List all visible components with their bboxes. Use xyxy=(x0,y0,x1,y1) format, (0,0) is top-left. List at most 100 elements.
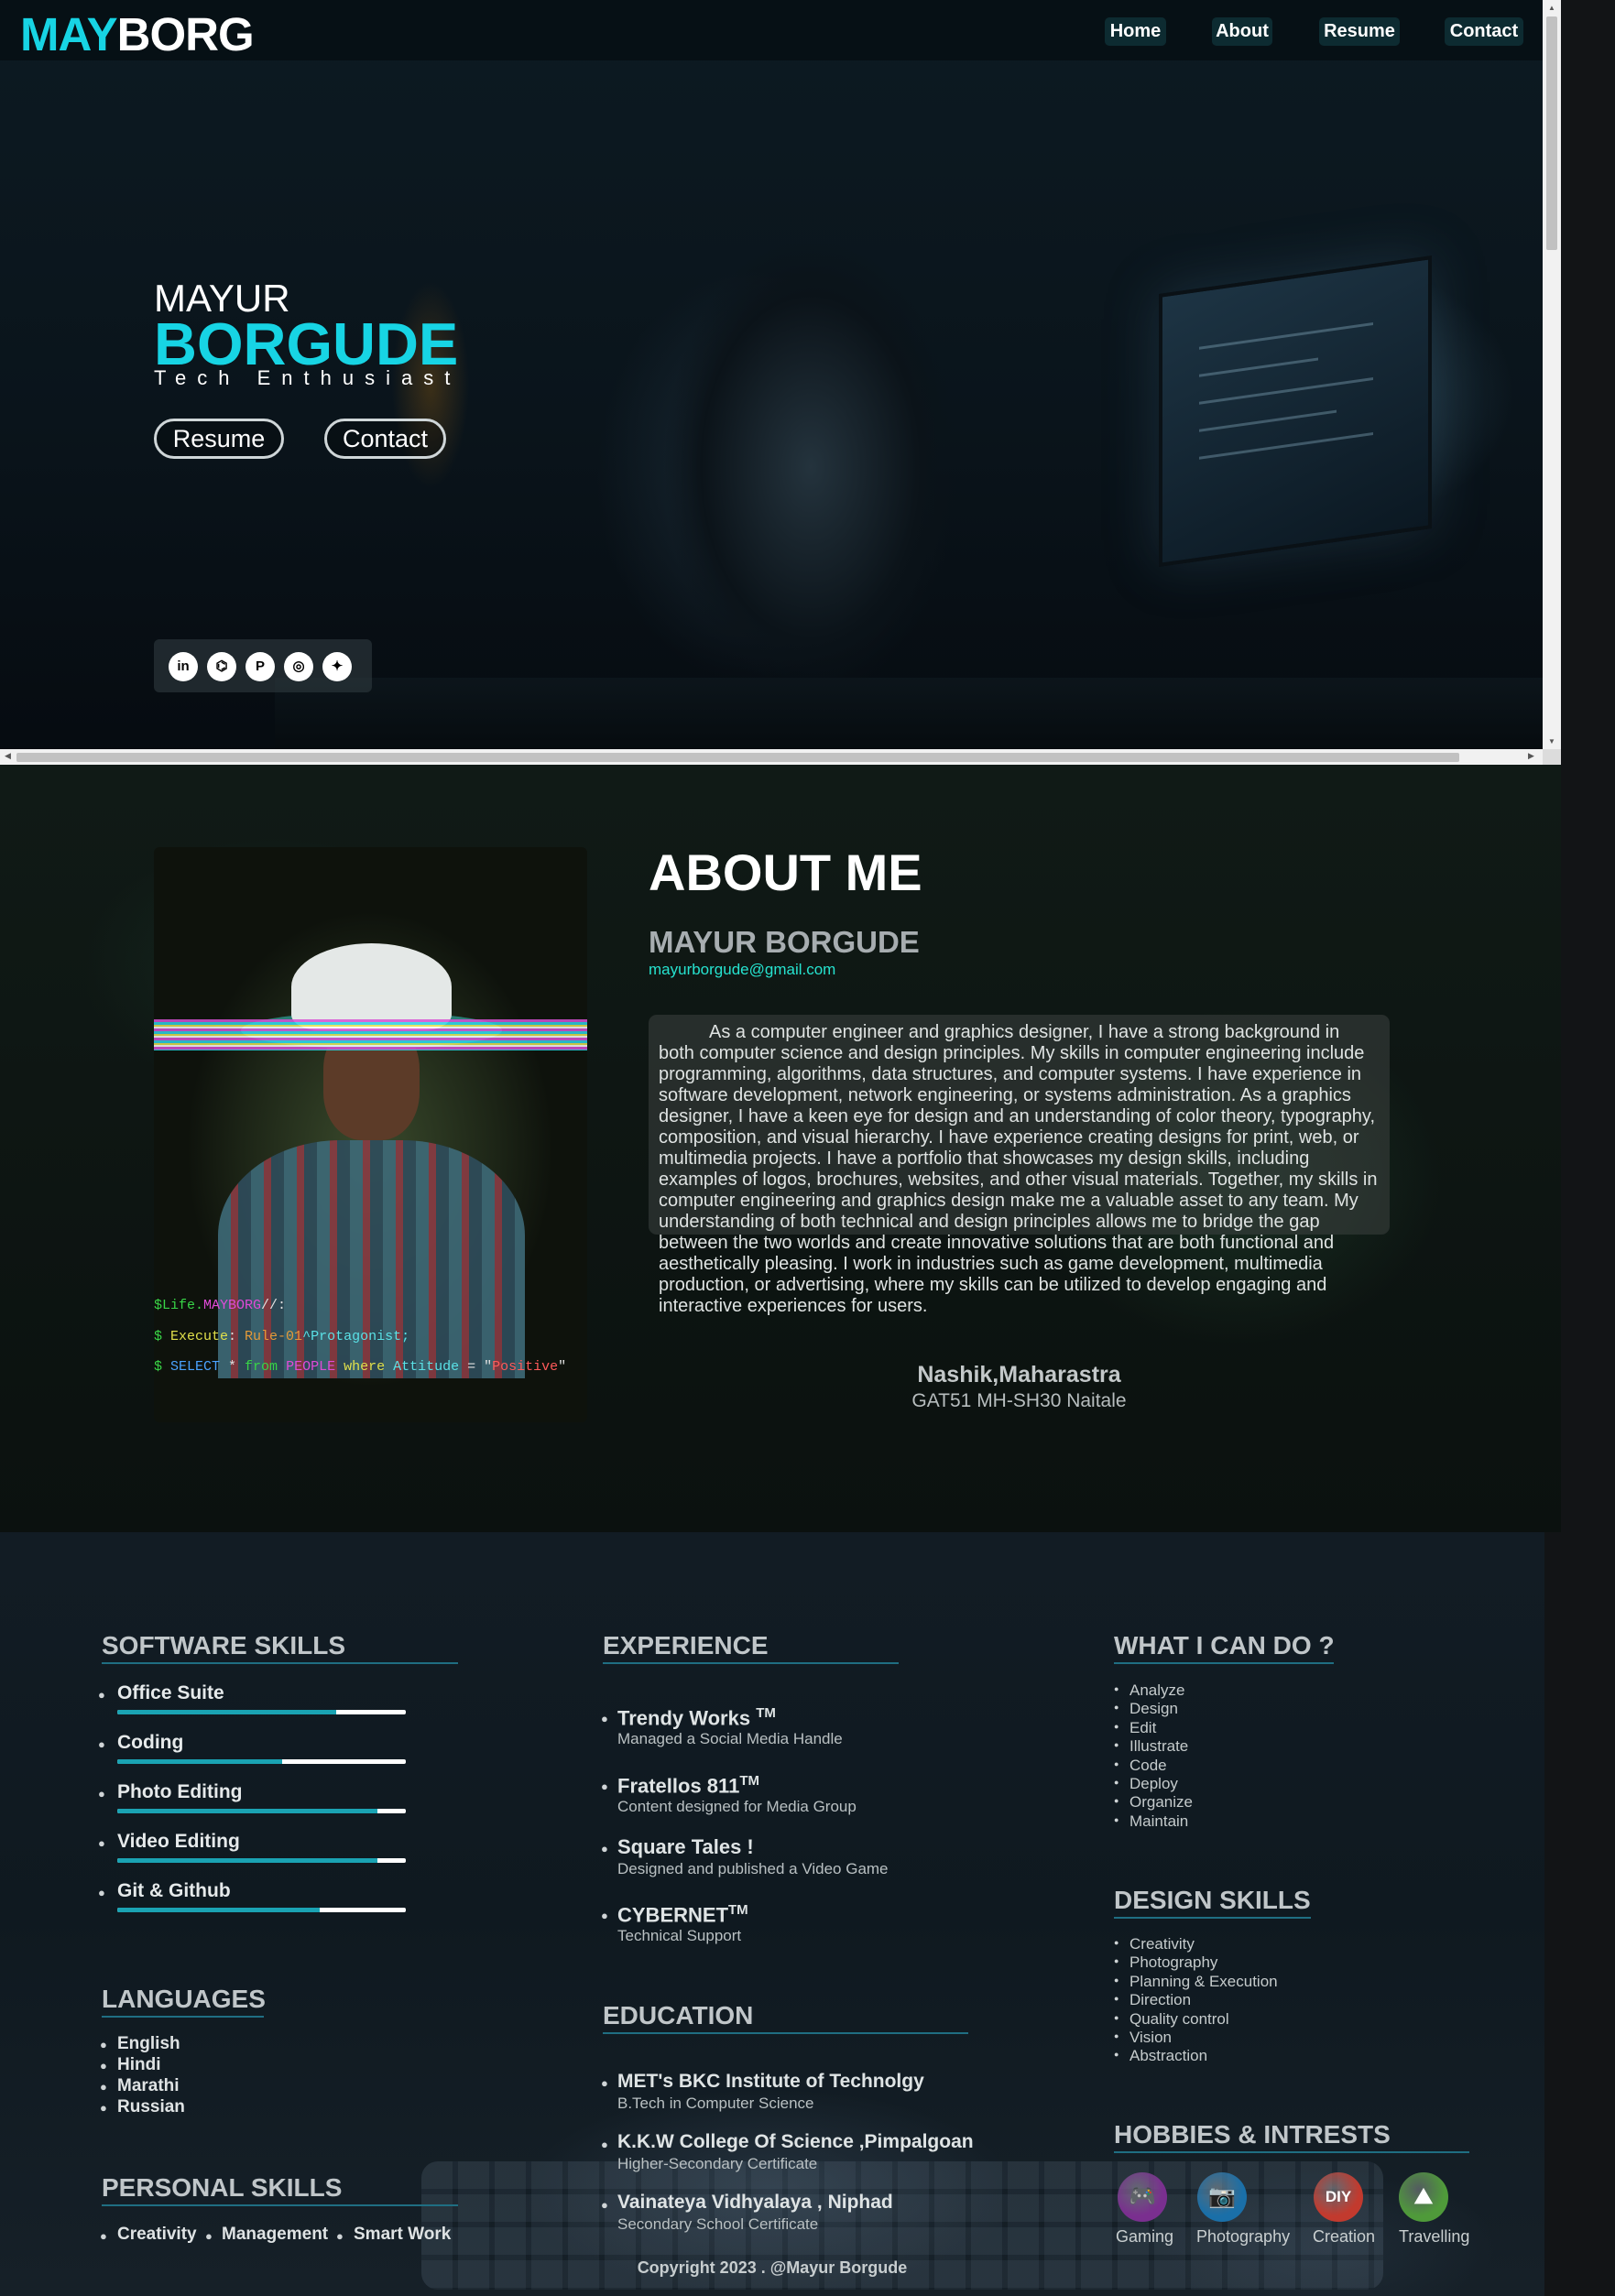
languages-underline xyxy=(102,2016,264,2018)
hero-background-monitor xyxy=(1159,256,1432,567)
social-links-bar: in ⌬ P ◎ ✦ xyxy=(154,639,372,692)
profile-photo: $Life.MAYBORG//: $ Execute: Rule-01^Prot… xyxy=(154,847,587,1422)
skill-label: Office Suite xyxy=(117,1682,224,1703)
bullet-icon: ● xyxy=(1114,1796,1119,1806)
bullet-icon: ● xyxy=(1114,1721,1119,1731)
design-skills-heading: DESIGN SKILLS xyxy=(1114,1886,1311,1914)
horizontal-scroll-thumb[interactable] xyxy=(16,753,1459,762)
experience-title: Square Tales ! xyxy=(617,1835,754,1858)
gamepad-icon-glyph: 🎮 xyxy=(1129,2184,1156,2209)
camera-icon[interactable]: 📷 xyxy=(1197,2172,1247,2222)
nav-resume[interactable]: Resume xyxy=(1319,17,1400,46)
bullet-icon: ● xyxy=(100,2101,107,2115)
list-item: Deploy xyxy=(1129,1775,1178,1792)
skill-bar xyxy=(117,1908,406,1912)
list-item: Abstraction xyxy=(1129,2047,1208,2065)
design-skills-underline xyxy=(1114,1917,1311,1919)
twitter-icon[interactable]: ✦ xyxy=(322,652,352,681)
list-item: Illustrate xyxy=(1129,1737,1189,1756)
bullet-icon: ● xyxy=(1114,2031,1119,2040)
experience-heading: EXPERIENCE xyxy=(603,1631,769,1659)
list-item: Edit xyxy=(1129,1718,1157,1736)
bullet-icon: ● xyxy=(1114,1758,1119,1768)
hero-background-person xyxy=(660,229,962,687)
skill-bar xyxy=(117,1759,406,1764)
scroll-right-arrow-icon[interactable]: ▶ xyxy=(1528,751,1534,761)
bullet-icon: ● xyxy=(601,2138,608,2151)
hobby-label: Gaming xyxy=(1116,2227,1174,2246)
bullet-icon: ● xyxy=(1114,1778,1119,1787)
list-item: Quality control xyxy=(1129,2009,1229,2028)
skill-bar-fill xyxy=(117,1710,337,1714)
scroll-down-arrow-icon[interactable]: ▼ xyxy=(1548,737,1555,745)
hobbies-underline xyxy=(1114,2151,1469,2153)
scroll-up-arrow-icon[interactable]: ▲ xyxy=(1548,4,1555,12)
personal-skill-item: Creativity xyxy=(117,2225,197,2244)
scroll-left-arrow-icon[interactable]: ◀ xyxy=(5,751,11,761)
personal-skills-heading: PERSONAL SKILLS xyxy=(102,2173,343,2202)
list-item: Creativity xyxy=(1129,1935,1195,1953)
hobby-label: Travelling xyxy=(1399,2227,1470,2246)
education-desc: B.Tech in Computer Science xyxy=(617,2095,814,2112)
site-logo[interactable]: MAYBORG xyxy=(20,7,255,61)
bullet-icon: ● xyxy=(1114,1684,1119,1693)
bullet-icon: ● xyxy=(1114,1740,1119,1750)
diy-icon[interactable]: DIY xyxy=(1314,2172,1363,2222)
language-item: English xyxy=(117,2034,180,2053)
personal-skill-item: Smart Work xyxy=(354,2225,452,2244)
skill-bar xyxy=(117,1710,406,1714)
hobby-label: Creation xyxy=(1313,2227,1376,2246)
bullet-icon: ● xyxy=(100,2080,107,2094)
horizontal-scrollbar[interactable]: ◀ ▶ xyxy=(0,749,1543,765)
skill-label: Video Editing xyxy=(117,1831,240,1852)
instagram-icon[interactable]: ◎ xyxy=(284,652,313,681)
experience-title: Trendy Works TM xyxy=(617,1705,776,1730)
bullet-icon: ● xyxy=(601,1909,608,1922)
bullet-icon: ● xyxy=(336,2229,344,2243)
mountain-icon-glyph: ⛰ xyxy=(1413,2184,1434,2209)
vertical-scrollbar[interactable]: ▲ ▼ xyxy=(1543,0,1561,753)
hero-resume-button[interactable]: Resume xyxy=(154,419,284,459)
nav-home[interactable]: Home xyxy=(1105,17,1166,46)
bullet-icon: ● xyxy=(1114,2050,1119,2060)
skill-bar-fill xyxy=(117,1759,282,1764)
education-title: MET's BKC Institute of Technolgy xyxy=(617,2071,924,2092)
software-skills-heading: SOFTWARE SKILLS xyxy=(102,1631,345,1659)
list-item: Maintain xyxy=(1129,1812,1189,1830)
skill-bar xyxy=(117,1858,406,1863)
skill-label: Coding xyxy=(117,1732,184,1753)
skill-bar-fill xyxy=(117,1908,320,1912)
bullet-icon: ● xyxy=(601,1712,608,1725)
bullet-icon: ● xyxy=(100,2229,107,2243)
list-item: Analyze xyxy=(1129,1681,1185,1699)
scrollbar-corner xyxy=(1543,749,1561,765)
photo-glitch-strip xyxy=(154,1019,587,1050)
pinterest-icon[interactable]: P xyxy=(246,652,275,681)
vertical-scroll-thumb[interactable] xyxy=(1546,16,1557,250)
language-item: Marathi xyxy=(117,2076,180,2095)
logo-rest: BORG xyxy=(116,8,255,60)
nav-about[interactable]: About xyxy=(1212,17,1272,46)
languages-heading: LANGUAGES xyxy=(102,1985,266,2013)
bullet-icon: ● xyxy=(1114,1975,1119,1985)
gamepad-icon[interactable]: 🎮 xyxy=(1118,2172,1167,2222)
photo-code-line-2: $ Execute: Rule-01^Protagonist; xyxy=(154,1329,410,1344)
list-item: Organize xyxy=(1129,1793,1193,1812)
about-email-link[interactable]: mayurborgude@gmail.com xyxy=(649,961,835,979)
hero-contact-button[interactable]: Contact xyxy=(324,419,446,459)
diy-icon-glyph: DIY xyxy=(1325,2188,1352,2205)
bullet-icon: ● xyxy=(601,1842,608,1855)
linkedin-icon[interactable]: in xyxy=(169,652,198,681)
nav-contact[interactable]: Contact xyxy=(1445,17,1523,46)
personal-skills-underline xyxy=(102,2204,458,2206)
hobbies-heading: HOBBIES & INTRESTS xyxy=(1114,2120,1391,2149)
what-i-can-do-heading: WHAT I CAN DO ? xyxy=(1114,1631,1335,1659)
experience-title: CYBERNETTM xyxy=(617,1902,748,1927)
experience-desc: Technical Support xyxy=(617,1927,742,1944)
experience-underline xyxy=(603,1662,899,1664)
mountain-icon[interactable]: ⛰ xyxy=(1399,2172,1448,2222)
software-skills-underline xyxy=(102,1662,458,1664)
hobby-label: Photography xyxy=(1196,2227,1291,2246)
github-icon[interactable]: ⌬ xyxy=(207,652,236,681)
bullet-icon: ● xyxy=(601,2076,608,2090)
